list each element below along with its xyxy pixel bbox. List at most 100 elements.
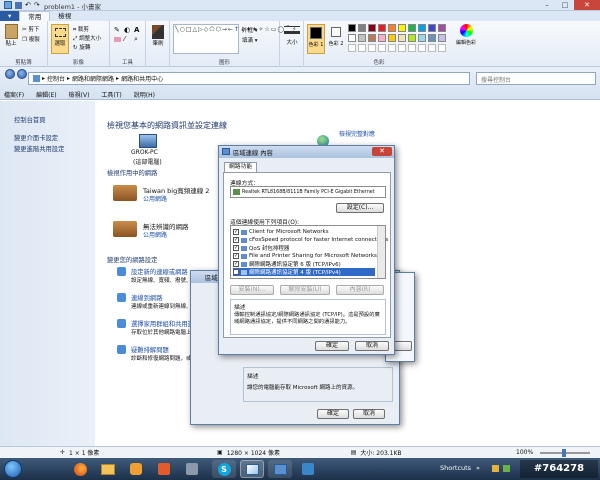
- paint-app-icon[interactable]: [4, 1, 12, 9]
- checkbox[interactable]: ✓: [233, 245, 239, 251]
- shapes-gallery[interactable]: ╲○□△▷◇⬠⬡→←↑↓✦★✧☆▭◯⌒⚡: [173, 24, 296, 54]
- menu-edit[interactable]: 編輯(E): [36, 90, 56, 99]
- color-swatch[interactable]: [418, 34, 426, 42]
- outline-button[interactable]: 外框 ▾: [242, 26, 258, 34]
- custom-color-swatch[interactable]: [368, 44, 376, 52]
- zoom-slider[interactable]: [540, 449, 590, 457]
- color-swatch[interactable]: [398, 24, 406, 32]
- color-swatch[interactable]: [378, 24, 386, 32]
- color-swatch[interactable]: [398, 34, 406, 42]
- custom-color-swatch[interactable]: [388, 44, 396, 52]
- color-swatch[interactable]: [408, 24, 416, 32]
- copy-button[interactable]: ❐ 複製: [22, 35, 40, 43]
- network2-type-link[interactable]: 公用網路: [143, 230, 167, 239]
- list-item[interactable]: ✓ File and Printer Sharing for Microsoft …: [233, 252, 377, 260]
- zoom-slider-thumb[interactable]: [562, 449, 566, 457]
- explorer-taskbar-button[interactable]: [96, 460, 120, 478]
- app-taskbar-button[interactable]: [296, 460, 320, 478]
- checkbox[interactable]: ✓: [233, 253, 239, 259]
- color-swatch[interactable]: [408, 34, 416, 42]
- tray-icon[interactable]: [492, 465, 499, 472]
- custom-color-swatch[interactable]: [428, 44, 436, 52]
- ok-button[interactable]: 確定: [315, 341, 349, 351]
- fill-button[interactable]: 填滿 ▾: [242, 36, 258, 44]
- color-swatch[interactable]: [438, 24, 446, 32]
- color-swatch[interactable]: [348, 34, 356, 42]
- resize-button[interactable]: ⤢ 調整大小: [73, 34, 101, 43]
- checkbox[interactable]: ✓: [233, 269, 239, 275]
- tab-networking[interactable]: 網路功能: [224, 162, 258, 172]
- tab-home[interactable]: 常用: [19, 11, 51, 21]
- forward-button[interactable]: [17, 69, 27, 79]
- paint-taskbar-button[interactable]: [240, 460, 264, 478]
- task-title-link[interactable]: 設定新的連線或網路: [131, 267, 188, 276]
- media-taskbar-button[interactable]: [124, 460, 148, 478]
- menu-tools[interactable]: 工具(T): [101, 90, 121, 99]
- breadcrumb-item[interactable]: 網路和網際網路: [72, 74, 114, 83]
- custom-color-swatch[interactable]: [348, 44, 356, 52]
- crop-button[interactable]: ⌗ 裁剪: [73, 25, 89, 34]
- shortcuts-toolbar[interactable]: Shortcuts: [440, 464, 471, 472]
- skype-taskbar-button[interactable]: S: [212, 460, 236, 478]
- custom-color-swatch[interactable]: [418, 44, 426, 52]
- advanced-sharing-link[interactable]: 變更進階共用設定: [14, 144, 64, 153]
- select-button[interactable]: 選取: [51, 24, 69, 54]
- cut-button[interactable]: ✂ 剪下: [22, 25, 39, 33]
- cancel-button[interactable]: 取消: [353, 409, 385, 419]
- close-button[interactable]: ✕: [574, 0, 600, 10]
- edit-colors-button[interactable]: 編輯色彩: [454, 24, 478, 54]
- install-button[interactable]: 安裝(N)...: [230, 285, 274, 295]
- checkbox[interactable]: ✓: [233, 229, 239, 235]
- list-item[interactable]: ✓ Client for Microsoft Networks: [233, 228, 329, 236]
- save-icon[interactable]: [15, 1, 22, 9]
- configure-button[interactable]: 設定(C)...: [336, 203, 384, 213]
- color-swatch[interactable]: [378, 34, 386, 42]
- task-title-link[interactable]: 疑難排解問題: [131, 345, 169, 354]
- pencil-icon[interactable]: ✎: [114, 26, 120, 34]
- expand-toolbar-icon[interactable]: »: [476, 464, 480, 472]
- color-swatch[interactable]: [368, 34, 376, 42]
- undo-icon[interactable]: ↶: [25, 1, 31, 9]
- magnifier-icon[interactable]: ⌕: [134, 35, 138, 44]
- maximize-button[interactable]: □: [556, 0, 574, 10]
- redo-icon[interactable]: ↷: [34, 1, 40, 9]
- cancel-button[interactable]: 取消: [355, 341, 389, 351]
- tab-view[interactable]: 檢視: [50, 11, 79, 21]
- color-swatch[interactable]: [418, 24, 426, 32]
- list-item[interactable]: ✓ 網際網路通訊協定第 6 版 (TCP/IPv6): [233, 260, 341, 268]
- color-swatch[interactable]: [428, 24, 436, 32]
- size-button[interactable]: 大小: [284, 26, 300, 46]
- eraser-icon[interactable]: [114, 37, 121, 42]
- paste-button[interactable]: 貼上: [3, 24, 19, 52]
- color-swatch[interactable]: [358, 24, 366, 32]
- custom-color-swatch[interactable]: [358, 44, 366, 52]
- color-swatch[interactable]: [358, 34, 366, 42]
- menu-help[interactable]: 說明(H): [134, 90, 155, 99]
- control-panel-taskbar-button[interactable]: [268, 460, 292, 478]
- color-swatch[interactable]: [438, 34, 446, 42]
- brush-button[interactable]: 筆刷: [149, 25, 167, 47]
- control-panel-home-link[interactable]: 控制台首頁: [14, 115, 45, 124]
- ok-button[interactable]: 確定: [317, 409, 349, 419]
- uninstall-button[interactable]: 解除安裝(U): [280, 285, 330, 295]
- rotate-button[interactable]: ↻ 旋轉: [73, 43, 90, 51]
- color2-button[interactable]: 色彩 2: [327, 24, 345, 54]
- menu-file[interactable]: 檔案(F): [4, 90, 24, 99]
- color1-button[interactable]: 色彩 1: [307, 24, 325, 54]
- tray-icon[interactable]: [503, 465, 510, 472]
- color-swatch[interactable]: [388, 34, 396, 42]
- custom-color-swatch[interactable]: [438, 44, 446, 52]
- breadcrumb-item[interactable]: 網路和共用中心: [121, 74, 163, 83]
- minimize-button[interactable]: –: [538, 0, 556, 10]
- properties-button[interactable]: 內容(R): [336, 285, 384, 295]
- picker-icon[interactable]: ⁄: [124, 35, 125, 43]
- list-item[interactable]: ✓ cFosSpeed protocol for faster Internet …: [233, 236, 388, 244]
- custom-color-swatch[interactable]: [378, 44, 386, 52]
- checkbox[interactable]: ✓: [233, 261, 239, 267]
- breadcrumb-item[interactable]: 控制台: [47, 74, 65, 83]
- list-item[interactable]: ✓ QoS 封包排程器: [233, 244, 289, 252]
- tab-file[interactable]: ▾: [0, 11, 20, 21]
- color-swatch[interactable]: [388, 24, 396, 32]
- text-icon[interactable]: A: [134, 26, 139, 34]
- color-swatch[interactable]: [368, 24, 376, 32]
